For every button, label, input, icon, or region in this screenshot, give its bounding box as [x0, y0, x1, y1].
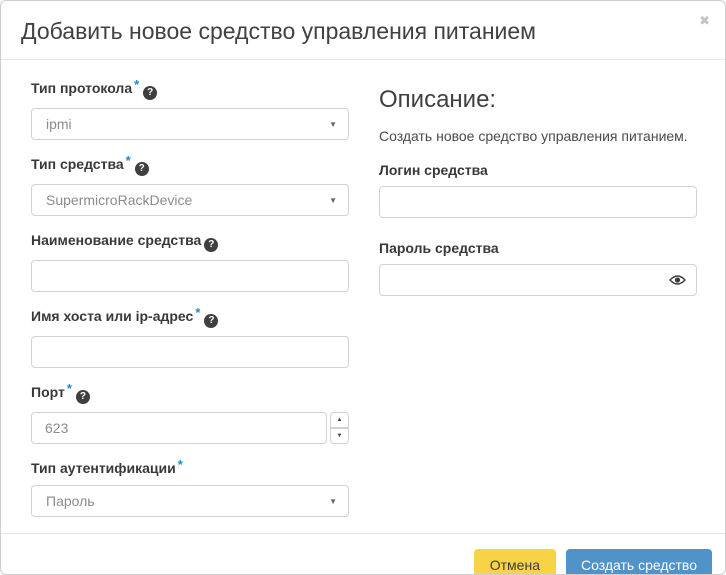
- label-text: Порт: [31, 384, 65, 400]
- help-icon[interactable]: ?: [143, 86, 157, 100]
- required-asterisk: *: [178, 457, 183, 472]
- form-column: Тип протокола*? ipmi ▼ Тип средства*? Su…: [31, 80, 349, 533]
- password-label: Пароль средства: [379, 240, 697, 256]
- label-text: Тип протокола: [31, 80, 132, 96]
- dialog-title: Добавить новое средство управления питан…: [21, 16, 705, 46]
- protocol-type-label: Тип протокола*?: [31, 80, 349, 100]
- port-stepper: ▲ ▼: [31, 412, 349, 444]
- help-icon[interactable]: ?: [76, 390, 90, 404]
- password-wrapper: [379, 264, 697, 296]
- field-password: Пароль средства: [379, 240, 697, 296]
- label-text: Имя хоста или ip-адрес: [31, 308, 193, 324]
- field-host: Имя хоста или ip-адрес*?: [31, 308, 349, 368]
- device-type-select[interactable]: SupermicroRackDevice ▼: [31, 184, 349, 216]
- dialog-footer: Отмена Создать средство: [1, 533, 725, 575]
- required-asterisk: *: [67, 381, 72, 396]
- field-login: Логин средства: [379, 162, 697, 218]
- host-input[interactable]: [31, 336, 349, 368]
- port-label: Порт*?: [31, 384, 349, 404]
- description-heading: Описание:: [379, 86, 697, 114]
- field-protocol-type: Тип протокола*? ipmi ▼: [31, 80, 349, 140]
- select-value: SupermicroRackDevice: [46, 192, 192, 208]
- device-name-input[interactable]: [31, 260, 349, 292]
- description-text: Создать новое средство управления питани…: [379, 127, 697, 145]
- label-text: Тип средства: [31, 156, 124, 172]
- dialog-header: Добавить новое средство управления питан…: [1, 1, 725, 60]
- required-asterisk: *: [195, 305, 200, 320]
- login-input[interactable]: [379, 186, 697, 218]
- cancel-button[interactable]: Отмена: [474, 549, 556, 575]
- protocol-type-select[interactable]: ipmi ▼: [31, 108, 349, 140]
- label-text: Наименование средства: [31, 232, 201, 248]
- select-value: ipmi: [46, 116, 72, 132]
- add-power-tool-dialog: Добавить новое средство управления питан…: [0, 0, 726, 575]
- eye-icon[interactable]: [669, 275, 686, 286]
- chevron-down-icon: ▼: [329, 185, 337, 216]
- chevron-down-icon: ▼: [329, 486, 337, 517]
- auth-type-label: Тип аутентификации*: [31, 460, 349, 477]
- field-device-name: Наименование средства?: [31, 232, 349, 292]
- spinner-up-icon[interactable]: ▲: [330, 412, 349, 428]
- close-icon[interactable]: ✖: [699, 14, 710, 28]
- create-button[interactable]: Создать средство: [566, 549, 712, 575]
- required-asterisk: *: [134, 77, 139, 92]
- required-asterisk: *: [126, 153, 131, 168]
- help-icon[interactable]: ?: [135, 162, 149, 176]
- login-label: Логин средства: [379, 162, 697, 178]
- label-text: Тип аутентификации: [31, 460, 176, 476]
- field-device-type: Тип средства*? SupermicroRackDevice ▼: [31, 156, 349, 216]
- device-name-label: Наименование средства?: [31, 232, 349, 252]
- field-auth-type: Тип аутентификации* Пароль ▼: [31, 460, 349, 517]
- host-label: Имя хоста или ip-адрес*?: [31, 308, 349, 328]
- select-value: Пароль: [46, 493, 95, 509]
- spinner-buttons: ▲ ▼: [330, 412, 349, 444]
- description-column: Описание: Создать новое средство управле…: [379, 80, 697, 533]
- dialog-body: Тип протокола*? ipmi ▼ Тип средства*? Su…: [1, 60, 725, 533]
- port-input[interactable]: [31, 412, 327, 444]
- password-input[interactable]: [379, 264, 697, 296]
- spinner-down-icon[interactable]: ▼: [330, 428, 349, 444]
- auth-type-select[interactable]: Пароль ▼: [31, 485, 349, 517]
- device-type-label: Тип средства*?: [31, 156, 349, 176]
- chevron-down-icon: ▼: [329, 109, 337, 140]
- field-port: Порт*? ▲ ▼: [31, 384, 349, 444]
- help-icon[interactable]: ?: [204, 314, 218, 328]
- help-icon[interactable]: ?: [204, 238, 218, 252]
